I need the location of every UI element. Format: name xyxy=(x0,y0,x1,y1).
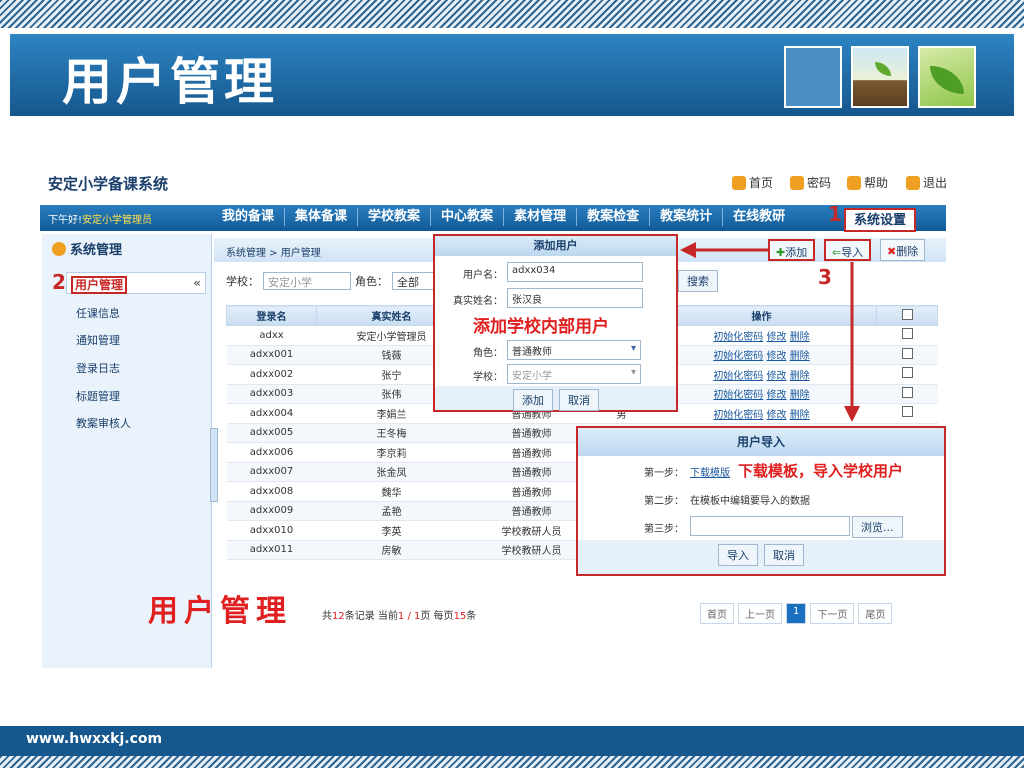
annotation-arrows xyxy=(680,242,860,422)
site-url: www.hwxxkj.com xyxy=(26,731,163,747)
footer-hatch xyxy=(0,756,1024,768)
